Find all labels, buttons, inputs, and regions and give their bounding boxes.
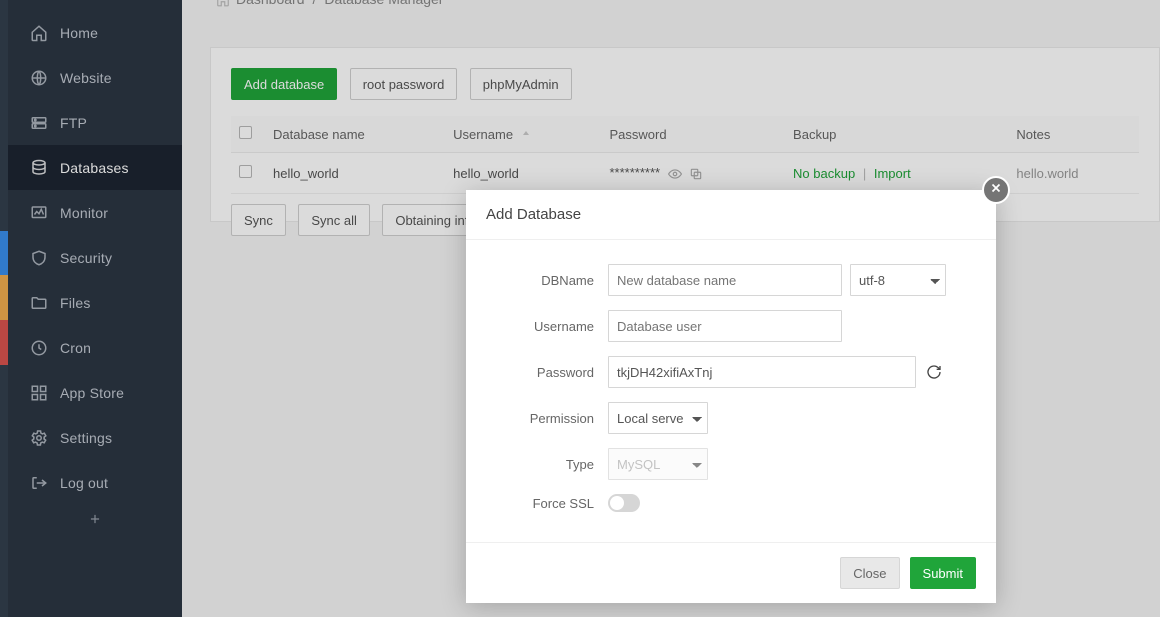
modal-title: Add Database	[466, 190, 996, 240]
modal-body: DBName utf-8 Username Password	[466, 240, 996, 542]
row-password: Password	[502, 356, 960, 388]
modal-close-button[interactable]	[982, 176, 1010, 204]
force-ssl-toggle[interactable]	[608, 494, 640, 512]
password-input[interactable]	[608, 356, 916, 388]
label-username: Username	[502, 319, 594, 334]
type-select: MySQL	[608, 448, 708, 480]
modal-close-button-footer[interactable]: Close	[840, 557, 899, 589]
label-force-ssl: Force SSL	[502, 496, 594, 511]
label-type: Type	[502, 457, 594, 472]
row-force-ssl: Force SSL	[502, 494, 960, 512]
dbname-input[interactable]	[608, 264, 842, 296]
close-icon	[989, 181, 1003, 200]
label-permission: Permission	[502, 411, 594, 426]
row-username: Username	[502, 310, 960, 342]
permission-select[interactable]: Local server	[608, 402, 708, 434]
modal-submit-button[interactable]: Submit	[910, 557, 976, 589]
add-database-modal: Add Database DBName utf-8 Username Passw…	[466, 190, 996, 603]
row-permission: Permission Local server	[502, 402, 960, 434]
row-type: Type MySQL	[502, 448, 960, 480]
toggle-knob	[610, 496, 624, 510]
label-password: Password	[502, 365, 594, 380]
row-dbname: DBName utf-8	[502, 264, 960, 296]
label-dbname: DBName	[502, 273, 594, 288]
charset-select[interactable]: utf-8	[850, 264, 946, 296]
username-input[interactable]	[608, 310, 842, 342]
regenerate-password-icon[interactable]	[926, 364, 942, 380]
modal-footer: Close Submit	[466, 542, 996, 603]
